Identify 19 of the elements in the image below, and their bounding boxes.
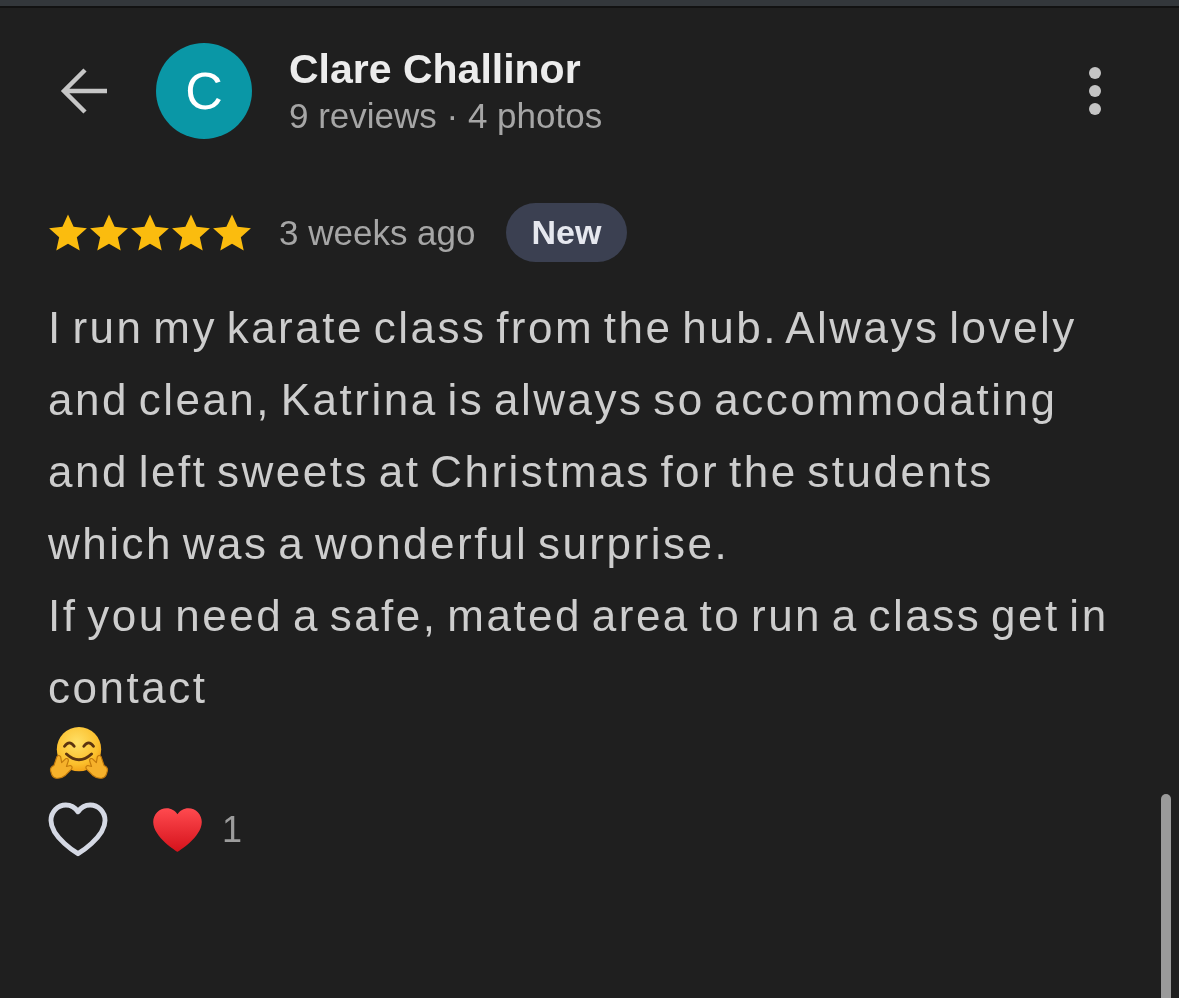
more-options-button[interactable]	[1088, 66, 1102, 116]
star-icon	[48, 214, 88, 251]
hugging-face-emoji-icon	[48, 726, 110, 780]
scrollbar-thumb[interactable]	[1161, 794, 1171, 998]
like-heart-icon[interactable]	[48, 802, 108, 857]
review-date: 3 weeks ago	[279, 212, 476, 253]
review-text: I run my karate class from the hub. Always lovely and clean, Katrina is always so accommodating and left sweets at Christmas for the students which was a wonderful surprise. If you need a safe, mated area to run a class get in contact	[48, 302, 1110, 714]
star-icon	[89, 214, 129, 251]
star-icon	[212, 214, 252, 251]
reviewer-name: Clare Challinor	[289, 46, 582, 91]
back-button[interactable]	[59, 67, 109, 115]
star-icon	[171, 214, 211, 251]
back-arrow-icon	[59, 67, 109, 115]
star-icon	[130, 214, 170, 251]
avatar: C	[156, 43, 252, 139]
more-vert-icon	[1088, 66, 1102, 116]
new-badge: New	[505, 203, 628, 262]
reaction-count: 1	[222, 809, 243, 850]
reviewer-stats: 9 reviews · 4 photos	[289, 95, 603, 136]
